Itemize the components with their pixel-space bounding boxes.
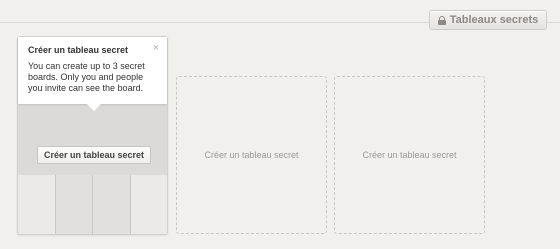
placeholder-label: Créer un tableau secret	[362, 150, 457, 160]
secret-boards-tooltip: Créer un tableau secret You can create u…	[18, 37, 167, 111]
tooltip-body: You can create up to 3 secret boards. On…	[28, 61, 145, 93]
lock-icon	[437, 15, 446, 25]
secret-boards-label: Tableaux secrets	[449, 14, 539, 26]
create-secret-board-button[interactable]: Créer un tableau secret	[37, 146, 151, 164]
placeholder-label: Créer un tableau secret	[204, 150, 299, 160]
create-secret-board-placeholder[interactable]: Créer un tableau secret	[176, 76, 327, 234]
secret-boards-button[interactable]: Tableaux secrets	[429, 10, 547, 30]
tooltip-title: Créer un tableau secret	[28, 45, 129, 55]
board-thumbnails	[18, 175, 167, 234]
board-thumbnail	[93, 175, 131, 234]
close-icon[interactable]: ×	[153, 43, 159, 54]
create-secret-board-placeholder[interactable]: Créer un tableau secret	[334, 76, 485, 234]
board-thumbnail	[130, 175, 167, 234]
board-thumbnail	[55, 175, 93, 234]
board-thumbnail	[18, 175, 56, 234]
